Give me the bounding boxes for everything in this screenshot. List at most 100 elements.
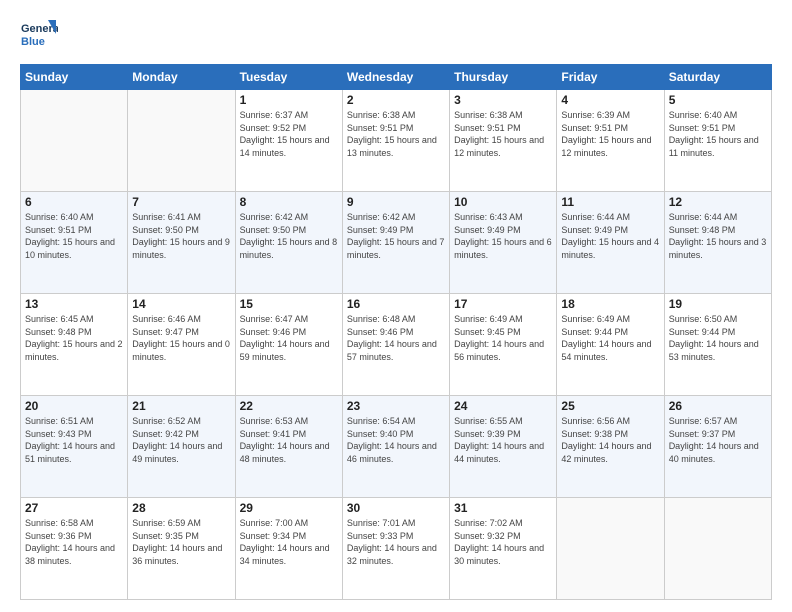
day-info: Sunrise: 6:40 AM Sunset: 9:51 PM Dayligh…	[669, 109, 767, 159]
day-number: 27	[25, 501, 123, 515]
day-info: Sunrise: 6:56 AM Sunset: 9:38 PM Dayligh…	[561, 415, 659, 465]
page: General Blue Sunday Monday Tuesday Wedne…	[0, 0, 792, 612]
week-row-1: 1 Sunrise: 6:37 AM Sunset: 9:52 PM Daylig…	[21, 90, 772, 192]
week-row-3: 13 Sunrise: 6:45 AM Sunset: 9:48 PM Dayli…	[21, 294, 772, 396]
day-number: 3	[454, 93, 552, 107]
day-cell: 19 Sunrise: 6:50 AM Sunset: 9:44 PM Dayli…	[664, 294, 771, 396]
day-cell: 22 Sunrise: 6:53 AM Sunset: 9:41 PM Dayli…	[235, 396, 342, 498]
day-info: Sunrise: 6:48 AM Sunset: 9:46 PM Dayligh…	[347, 313, 445, 363]
day-cell: 5 Sunrise: 6:40 AM Sunset: 9:51 PM Daylig…	[664, 90, 771, 192]
day-info: Sunrise: 6:37 AM Sunset: 9:52 PM Dayligh…	[240, 109, 338, 159]
logo: General Blue	[20, 16, 58, 54]
header-sunday: Sunday	[21, 65, 128, 90]
day-info: Sunrise: 6:50 AM Sunset: 9:44 PM Dayligh…	[669, 313, 767, 363]
week-row-2: 6 Sunrise: 6:40 AM Sunset: 9:51 PM Daylig…	[21, 192, 772, 294]
day-cell: 28 Sunrise: 6:59 AM Sunset: 9:35 PM Dayli…	[128, 498, 235, 600]
calendar-table: Sunday Monday Tuesday Wednesday Thursday…	[20, 64, 772, 600]
day-number: 25	[561, 399, 659, 413]
day-number: 16	[347, 297, 445, 311]
day-cell: 31 Sunrise: 7:02 AM Sunset: 9:32 PM Dayli…	[450, 498, 557, 600]
day-info: Sunrise: 6:40 AM Sunset: 9:51 PM Dayligh…	[25, 211, 123, 261]
day-number: 15	[240, 297, 338, 311]
day-info: Sunrise: 6:49 AM Sunset: 9:45 PM Dayligh…	[454, 313, 552, 363]
day-cell: 6 Sunrise: 6:40 AM Sunset: 9:51 PM Daylig…	[21, 192, 128, 294]
day-number: 9	[347, 195, 445, 209]
header-tuesday: Tuesday	[235, 65, 342, 90]
day-info: Sunrise: 6:42 AM Sunset: 9:49 PM Dayligh…	[347, 211, 445, 261]
day-info: Sunrise: 6:59 AM Sunset: 9:35 PM Dayligh…	[132, 517, 230, 567]
day-cell: 26 Sunrise: 6:57 AM Sunset: 9:37 PM Dayli…	[664, 396, 771, 498]
day-number: 28	[132, 501, 230, 515]
day-number: 24	[454, 399, 552, 413]
day-cell: 27 Sunrise: 6:58 AM Sunset: 9:36 PM Dayli…	[21, 498, 128, 600]
day-number: 2	[347, 93, 445, 107]
day-info: Sunrise: 7:02 AM Sunset: 9:32 PM Dayligh…	[454, 517, 552, 567]
day-cell: 8 Sunrise: 6:42 AM Sunset: 9:50 PM Daylig…	[235, 192, 342, 294]
day-info: Sunrise: 6:38 AM Sunset: 9:51 PM Dayligh…	[347, 109, 445, 159]
day-number: 26	[669, 399, 767, 413]
day-cell: 15 Sunrise: 6:47 AM Sunset: 9:46 PM Dayli…	[235, 294, 342, 396]
day-cell: 17Sunrise: 6:49 AM Sunset: 9:45 PM Dayli…	[450, 294, 557, 396]
day-number: 6	[25, 195, 123, 209]
day-cell: 18 Sunrise: 6:49 AM Sunset: 9:44 PM Dayli…	[557, 294, 664, 396]
day-number: 1	[240, 93, 338, 107]
day-info: Sunrise: 6:42 AM Sunset: 9:50 PM Dayligh…	[240, 211, 338, 261]
day-number: 30	[347, 501, 445, 515]
day-cell: 20 Sunrise: 6:51 AM Sunset: 9:43 PM Dayli…	[21, 396, 128, 498]
day-cell: 30 Sunrise: 7:01 AM Sunset: 9:33 PM Dayli…	[342, 498, 449, 600]
day-info: Sunrise: 6:55 AM Sunset: 9:39 PM Dayligh…	[454, 415, 552, 465]
day-cell: 12 Sunrise: 6:44 AM Sunset: 9:48 PM Dayli…	[664, 192, 771, 294]
header-thursday: Thursday	[450, 65, 557, 90]
day-info: Sunrise: 6:41 AM Sunset: 9:50 PM Dayligh…	[132, 211, 230, 261]
day-cell	[21, 90, 128, 192]
day-cell: 25 Sunrise: 6:56 AM Sunset: 9:38 PM Dayli…	[557, 396, 664, 498]
day-number: 8	[240, 195, 338, 209]
week-row-5: 27 Sunrise: 6:58 AM Sunset: 9:36 PM Dayli…	[21, 498, 772, 600]
day-number: 18	[561, 297, 659, 311]
day-info: Sunrise: 6:44 AM Sunset: 9:48 PM Dayligh…	[669, 211, 767, 261]
day-info: Sunrise: 6:47 AM Sunset: 9:46 PM Dayligh…	[240, 313, 338, 363]
day-number: 22	[240, 399, 338, 413]
day-cell	[557, 498, 664, 600]
day-number: 31	[454, 501, 552, 515]
day-info: Sunrise: 6:44 AM Sunset: 9:49 PM Dayligh…	[561, 211, 659, 261]
day-cell	[128, 90, 235, 192]
day-info: Sunrise: 6:43 AM Sunset: 9:49 PM Dayligh…	[454, 211, 552, 261]
svg-text:Blue: Blue	[21, 36, 45, 48]
day-cell: 16 Sunrise: 6:48 AM Sunset: 9:46 PM Dayli…	[342, 294, 449, 396]
day-info: Sunrise: 6:49 AM Sunset: 9:44 PM Dayligh…	[561, 313, 659, 363]
day-cell: 4Sunrise: 6:39 AM Sunset: 9:51 PM Daylig…	[557, 90, 664, 192]
day-info: Sunrise: 6:52 AM Sunset: 9:42 PM Dayligh…	[132, 415, 230, 465]
day-info: Sunrise: 6:57 AM Sunset: 9:37 PM Dayligh…	[669, 415, 767, 465]
day-cell: 11 Sunrise: 6:44 AM Sunset: 9:49 PM Dayli…	[557, 192, 664, 294]
week-row-4: 20 Sunrise: 6:51 AM Sunset: 9:43 PM Dayli…	[21, 396, 772, 498]
header: General Blue	[20, 16, 772, 54]
day-number: 12	[669, 195, 767, 209]
header-saturday: Saturday	[664, 65, 771, 90]
day-number: 7	[132, 195, 230, 209]
day-number: 11	[561, 195, 659, 209]
day-number: 19	[669, 297, 767, 311]
day-number: 13	[25, 297, 123, 311]
day-cell: 2 Sunrise: 6:38 AM Sunset: 9:51 PM Daylig…	[342, 90, 449, 192]
day-info: Sunrise: 6:58 AM Sunset: 9:36 PM Dayligh…	[25, 517, 123, 567]
day-info: Sunrise: 6:51 AM Sunset: 9:43 PM Dayligh…	[25, 415, 123, 465]
day-cell: 24 Sunrise: 6:55 AM Sunset: 9:39 PM Dayli…	[450, 396, 557, 498]
day-number: 4	[561, 93, 659, 107]
day-number: 10	[454, 195, 552, 209]
day-cell: 7 Sunrise: 6:41 AM Sunset: 9:50 PM Daylig…	[128, 192, 235, 294]
day-number: 20	[25, 399, 123, 413]
day-cell: 10 Sunrise: 6:43 AM Sunset: 9:49 PM Dayli…	[450, 192, 557, 294]
day-cell: 3Sunrise: 6:38 AM Sunset: 9:51 PM Daylig…	[450, 90, 557, 192]
day-info: Sunrise: 7:00 AM Sunset: 9:34 PM Dayligh…	[240, 517, 338, 567]
day-cell: 29Sunrise: 7:00 AM Sunset: 9:34 PM Dayli…	[235, 498, 342, 600]
day-number: 14	[132, 297, 230, 311]
day-info: Sunrise: 6:54 AM Sunset: 9:40 PM Dayligh…	[347, 415, 445, 465]
day-info: Sunrise: 7:01 AM Sunset: 9:33 PM Dayligh…	[347, 517, 445, 567]
day-cell	[664, 498, 771, 600]
day-info: Sunrise: 6:45 AM Sunset: 9:48 PM Dayligh…	[25, 313, 123, 363]
day-cell: 1 Sunrise: 6:37 AM Sunset: 9:52 PM Daylig…	[235, 90, 342, 192]
day-info: Sunrise: 6:53 AM Sunset: 9:41 PM Dayligh…	[240, 415, 338, 465]
day-cell: 13 Sunrise: 6:45 AM Sunset: 9:48 PM Dayli…	[21, 294, 128, 396]
day-number: 5	[669, 93, 767, 107]
